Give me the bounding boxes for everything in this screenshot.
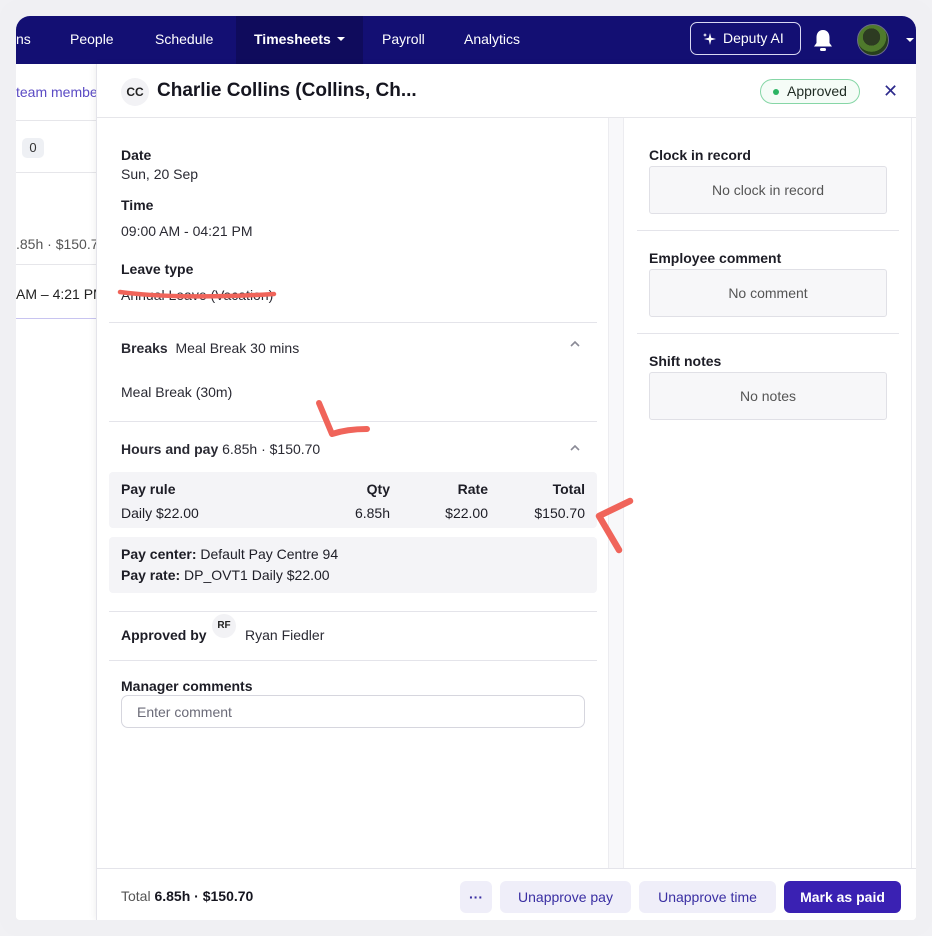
page-title: Charlie Collins (Collins, Ch... (157, 80, 417, 101)
pay-center-label: Pay center: (121, 546, 197, 562)
avatar: CC (121, 78, 149, 106)
shift-notes-label: Shift notes (649, 353, 722, 369)
scrollbar[interactable] (911, 118, 916, 868)
pay-rate-label: Pay rate: (121, 567, 181, 583)
divider (16, 264, 96, 265)
nav-item-payroll[interactable]: Payroll (382, 16, 425, 64)
time-value: 09:00 AM - 04:21 PM (121, 223, 253, 239)
pay-rate-value: DP_OVT1 Daily $22.00 (184, 567, 330, 583)
rate-header: Rate (457, 481, 488, 497)
breaks-label: Breaks (121, 340, 168, 356)
breaks-summary: Meal Break 30 mins (175, 340, 300, 356)
total-cell: $150.70 (534, 505, 585, 521)
user-avatar[interactable] (857, 24, 889, 56)
qty-header: Qty (366, 481, 390, 497)
hours-pay-label: Hours and pay (121, 441, 219, 457)
deputy-ai-button[interactable]: Deputy AI (690, 22, 801, 55)
unapprove-pay-button[interactable]: Unapprove pay (500, 881, 631, 913)
date-value: Sun, 20 Sep (121, 166, 199, 182)
footer-total: Total 6.85h · $150.70 (121, 888, 253, 904)
panel-footer: Total 6.85h · $150.70 ··· Unapprove pay … (97, 868, 916, 920)
background-time: AM – 4:21 PM (16, 286, 105, 302)
total-prefix: Total (121, 888, 151, 904)
hours-pay-header[interactable]: Hours and pay 6.85h · $150.70 (121, 441, 320, 457)
nav-item-timesheets-label: Timesheets (254, 31, 331, 47)
pay-info-box: Pay center: Default Pay Centre 94 Pay ra… (109, 537, 597, 593)
divider (109, 660, 597, 661)
pay-center-value: Default Pay Centre 94 (200, 546, 339, 562)
background-list: team membe 0 .85h · $150.7 AM – 4:21 PM (16, 64, 105, 920)
chevron-down-icon (336, 37, 345, 41)
status-badge: Approved (760, 79, 860, 104)
pay-rule-cell: Daily $22.00 (121, 505, 199, 521)
device-frame: ns People Schedule Timesheets Payroll An… (0, 0, 932, 936)
divider (637, 230, 899, 231)
timesheet-detail-panel: CC Charlie Collins (Collins, Ch... Appro… (96, 64, 916, 920)
nav-item-analytics[interactable]: Analytics (464, 16, 520, 64)
sparkle-icon (703, 33, 716, 45)
nav-item-schedule[interactable]: Schedule (155, 16, 213, 64)
time-label: Time (121, 197, 154, 213)
divider (109, 421, 597, 422)
pay-table: Pay rule Qty Rate Total Daily $22.00 6.8… (109, 472, 597, 528)
pay-center-line: Pay center: Default Pay Centre 94 (121, 546, 338, 562)
leave-type-value: Annual Leave (Vacation) (121, 287, 274, 303)
chevron-down-icon[interactable] (906, 38, 914, 42)
breaks-header[interactable]: Breaks Meal Break 30 mins (121, 340, 299, 356)
shift-notes-value: No notes (649, 372, 887, 420)
nav-item-timesheets[interactable]: Timesheets (236, 16, 363, 64)
deputy-ai-label: Deputy AI (723, 30, 784, 46)
nav-item-partial[interactable]: ns (16, 16, 31, 64)
add-team-member-link[interactable]: team membe (16, 84, 98, 100)
background-hours: .85h · $150.7 (16, 236, 99, 252)
side-column: Clock in record No clock in record Emplo… (625, 118, 916, 868)
manager-comments-label: Manager comments (121, 678, 253, 694)
scrollbar[interactable] (608, 118, 624, 868)
leave-type-label: Leave type (121, 261, 194, 277)
nav-item-people[interactable]: People (70, 16, 114, 64)
divider (16, 172, 96, 173)
count-badge: 0 (22, 138, 44, 158)
bell-icon[interactable] (812, 28, 834, 52)
employee-comment-value: No comment (649, 269, 887, 317)
employee-comment-label: Employee comment (649, 250, 782, 266)
approver-name: Ryan Fiedler (245, 627, 325, 643)
approved-by-label: Approved by (121, 627, 207, 643)
divider (16, 120, 96, 121)
top-nav: ns People Schedule Timesheets Payroll An… (16, 16, 916, 64)
mark-as-paid-button[interactable]: Mark as paid (784, 881, 901, 913)
rate-cell: $22.00 (445, 505, 488, 521)
unapprove-time-button[interactable]: Unapprove time (639, 881, 776, 913)
divider (109, 611, 597, 612)
hours-pay-summary: 6.85h · $150.70 (222, 441, 321, 457)
chevron-up-icon[interactable] (569, 442, 581, 454)
date-label: Date (121, 147, 152, 163)
details-column: Date Sun, 20 Sep Time 09:00 AM - 04:21 P… (97, 118, 609, 868)
break-item: Meal Break (30m) (121, 384, 233, 400)
divider (109, 322, 597, 323)
clock-in-label: Clock in record (649, 147, 751, 163)
total-header: Total (552, 481, 585, 497)
chevron-up-icon[interactable] (569, 338, 581, 350)
divider (16, 318, 96, 319)
total-value: 6.85h · $150.70 (154, 888, 254, 904)
qty-cell: 6.85h (354, 505, 390, 521)
pay-rate-line: Pay rate: DP_OVT1 Daily $22.00 (121, 567, 330, 583)
close-icon[interactable]: ✕ (883, 81, 898, 101)
manager-comment-input[interactable] (121, 695, 585, 728)
panel-header: CC Charlie Collins (Collins, Ch... Appro… (97, 64, 916, 118)
divider (637, 333, 899, 334)
clock-in-value: No clock in record (649, 166, 887, 214)
app-screen: ns People Schedule Timesheets Payroll An… (16, 16, 916, 920)
approver-avatar: RF (212, 614, 236, 638)
more-options-button[interactable]: ··· (460, 881, 492, 913)
pay-rule-header: Pay rule (121, 481, 176, 497)
